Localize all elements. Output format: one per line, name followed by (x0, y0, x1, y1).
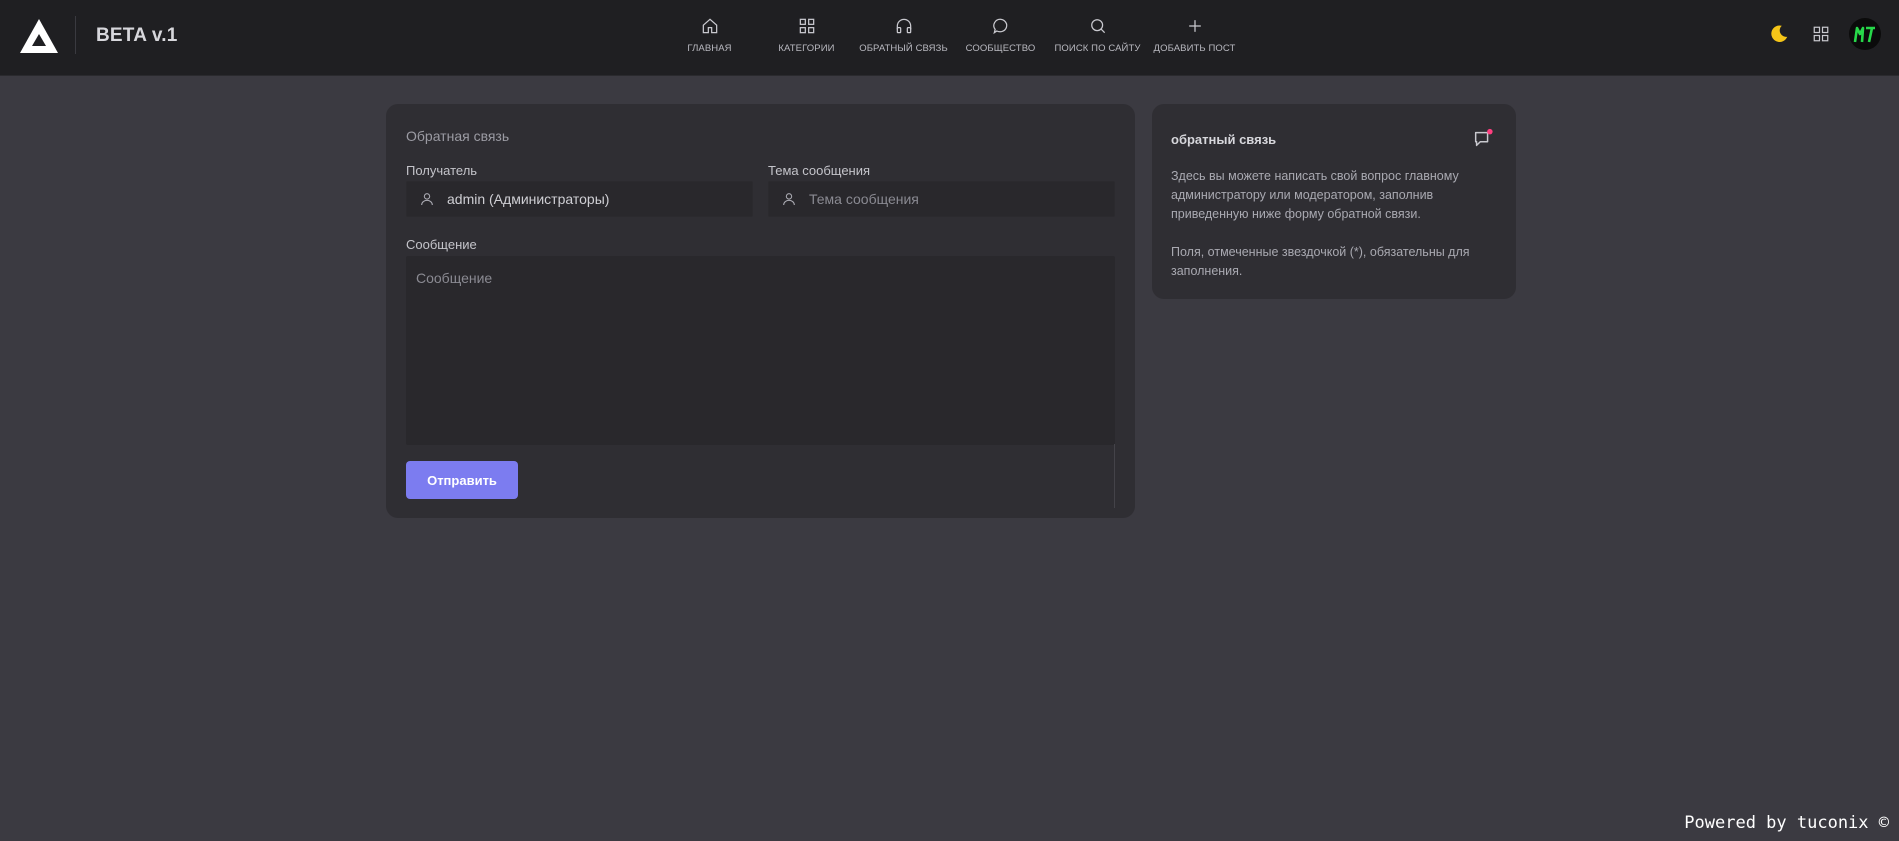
info-title: обратный связь (1171, 132, 1277, 147)
message-label: Сообщение (406, 237, 477, 252)
message-notification-icon[interactable] (1472, 128, 1494, 150)
nav-item-home[interactable]: ГЛАВНАЯ (661, 0, 758, 76)
info-paragraph: Поля, отмеченные звездочкой (*), обязате… (1171, 245, 1470, 278)
recipient-value: admin (Администраторы) (447, 191, 610, 207)
header-tools (1751, 18, 1881, 50)
recipient-field[interactable]: admin (Администраторы) (406, 181, 753, 217)
subject-label: Тема сообщения (768, 163, 871, 178)
theme-toggle-button[interactable] (1765, 20, 1793, 48)
nav-item-add-post[interactable]: ДОБАВИТЬ ПОСТ (1146, 0, 1243, 76)
search-icon (1090, 19, 1105, 34)
avatar-logo-icon (1853, 26, 1875, 43)
moon-icon (1771, 25, 1788, 42)
user-icon (783, 193, 795, 206)
info-paragraph: Здесь вы можете написать свой вопрос гла… (1171, 169, 1459, 221)
nav-label: ДОБАВИТЬ ПОСТ (1153, 43, 1236, 54)
nav-label: ОБРАТНЫЙ СВЯЗЬ (859, 43, 948, 54)
nav-item-categories[interactable]: КАТЕГОРИИ (758, 0, 855, 76)
nav-label: ГЛАВНАЯ (687, 43, 732, 54)
nav-item-community[interactable]: СООБЩЕСТВО (952, 0, 1049, 76)
subject-input[interactable]: Тема сообщения (768, 181, 1115, 217)
subject-placeholder: Тема сообщения (809, 191, 919, 207)
nav-label: СООБЩЕСТВО (965, 43, 1036, 54)
logo-icon[interactable] (20, 19, 58, 53)
chat-bubble-icon (992, 18, 1007, 35)
feedback-info-card: обратный связь Здесь вы можете написать … (1152, 104, 1516, 299)
nav-label: ПОИСК ПО САЙТУ (1054, 43, 1141, 54)
top-navbar: BETA v.1 ГЛАВНАЯ КАТЕГОРИИ ОБРАТНЫЙ СВЯЗ… (0, 0, 1899, 76)
apps-button[interactable] (1807, 20, 1835, 48)
plus-icon (1188, 20, 1201, 32)
main-nav: ГЛАВНАЯ КАТЕГОРИИ ОБРАТНЫЙ СВЯЗЬ СООБЩЕС… (661, 0, 1243, 76)
grid-icon (799, 18, 814, 34)
home-icon (702, 18, 717, 34)
submit-button[interactable]: Отправить (406, 461, 518, 499)
nav-item-feedback[interactable]: ОБРАТНЫЙ СВЯЗЬ (855, 0, 952, 76)
logo-divider (75, 16, 76, 54)
headphones-icon (896, 18, 911, 34)
brand-title[interactable]: BETA v.1 (96, 25, 178, 47)
textarea-resize-edge (1114, 444, 1115, 508)
apps-grid-icon (1813, 26, 1829, 42)
recipient-label: Получатель (406, 163, 478, 178)
nav-item-search[interactable]: ПОИСК ПО САЙТУ (1049, 0, 1146, 76)
form-title: Обратная связь (406, 128, 510, 144)
feedback-form-card: Обратная связь Получатель admin (Админис… (386, 104, 1135, 518)
powered-by-footer: Powered by tuconix © (1684, 813, 1889, 833)
avatar[interactable] (1849, 18, 1881, 50)
nav-label: КАТЕГОРИИ (778, 43, 835, 54)
user-icon (421, 193, 433, 206)
message-textarea[interactable]: Сообщение (406, 256, 1115, 445)
message-placeholder: Сообщение (416, 270, 493, 286)
